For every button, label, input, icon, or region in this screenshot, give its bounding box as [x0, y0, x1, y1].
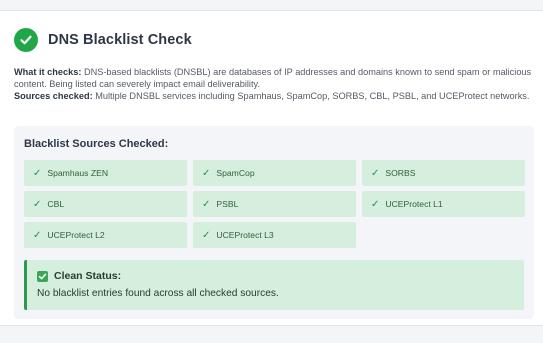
what-it-checks: What it checks: DNS-based blacklists (DN… [14, 66, 536, 90]
source-item-psbl: ✓ PSBL [193, 191, 356, 217]
check-icon: ✓ [33, 198, 42, 210]
dns-blacklist-card: DNS Blacklist Check What it checks: DNS-… [0, 10, 543, 326]
source-item-spamhaus-zen: ✓ Spamhaus ZEN [24, 160, 187, 186]
source-label: Spamhaus ZEN [47, 168, 109, 178]
check-icon: ✓ [202, 229, 211, 241]
source-label: CBL [47, 199, 65, 209]
sources-grid: ✓ Spamhaus ZEN ✓ SpamCop ✓ SORBS ✓ CBL ✓ [24, 160, 525, 248]
card-header: DNS Blacklist Check [14, 28, 192, 52]
source-label: SORBS [385, 168, 416, 178]
sources-checked: Sources checked: Multiple DNSBL services… [14, 90, 536, 102]
check-icon: ✓ [371, 167, 380, 179]
check-icon: ✓ [202, 198, 211, 210]
source-item-cbl: ✓ CBL [24, 191, 187, 217]
page-background: DNS Blacklist Check What it checks: DNS-… [0, 0, 543, 343]
source-item-uceprotect-l2: ✓ UCEProtect L2 [24, 222, 187, 248]
source-label: UCEProtect L3 [216, 230, 274, 240]
source-item-spamcop: ✓ SpamCop [193, 160, 356, 186]
source-label: PSBL [216, 199, 239, 209]
sources-checked-label: Sources checked: [14, 91, 93, 101]
clean-status-header: Clean Status: [37, 270, 121, 282]
check-circle-icon [14, 28, 38, 52]
card-title: DNS Blacklist Check [48, 32, 192, 48]
source-label: UCEProtect L1 [385, 199, 443, 209]
description: What it checks: DNS-based blacklists (DN… [14, 66, 536, 102]
check-icon: ✓ [33, 167, 42, 179]
checkbox-icon [37, 270, 48, 282]
check-icon: ✓ [202, 167, 211, 179]
source-label: UCEProtect L2 [47, 230, 105, 240]
check-icon: ✓ [371, 198, 380, 210]
sources-checked-text: Multiple DNSBL services including Spamha… [95, 91, 530, 101]
blacklist-sources-panel: Blacklist Sources Checked: ✓ Spamhaus ZE… [14, 126, 534, 319]
source-label: SpamCop [216, 168, 255, 178]
what-it-checks-text: DNS-based blacklists (DNSBL) are databas… [14, 67, 532, 89]
what-it-checks-label: What it checks: [14, 67, 82, 77]
clean-status-message: No blacklist entries found across all ch… [37, 288, 279, 299]
check-icon: ✓ [33, 229, 42, 241]
clean-status-alert: Clean Status: No blacklist entries found… [24, 260, 524, 310]
source-item-uceprotect-l3: ✓ UCEProtect L3 [193, 222, 356, 248]
clean-status-title: Clean Status: [54, 270, 122, 282]
sources-title: Blacklist Sources Checked: [24, 138, 169, 150]
source-item-sorbs: ✓ SORBS [362, 160, 525, 186]
source-item-uceprotect-l1: ✓ UCEProtect L1 [362, 191, 525, 217]
